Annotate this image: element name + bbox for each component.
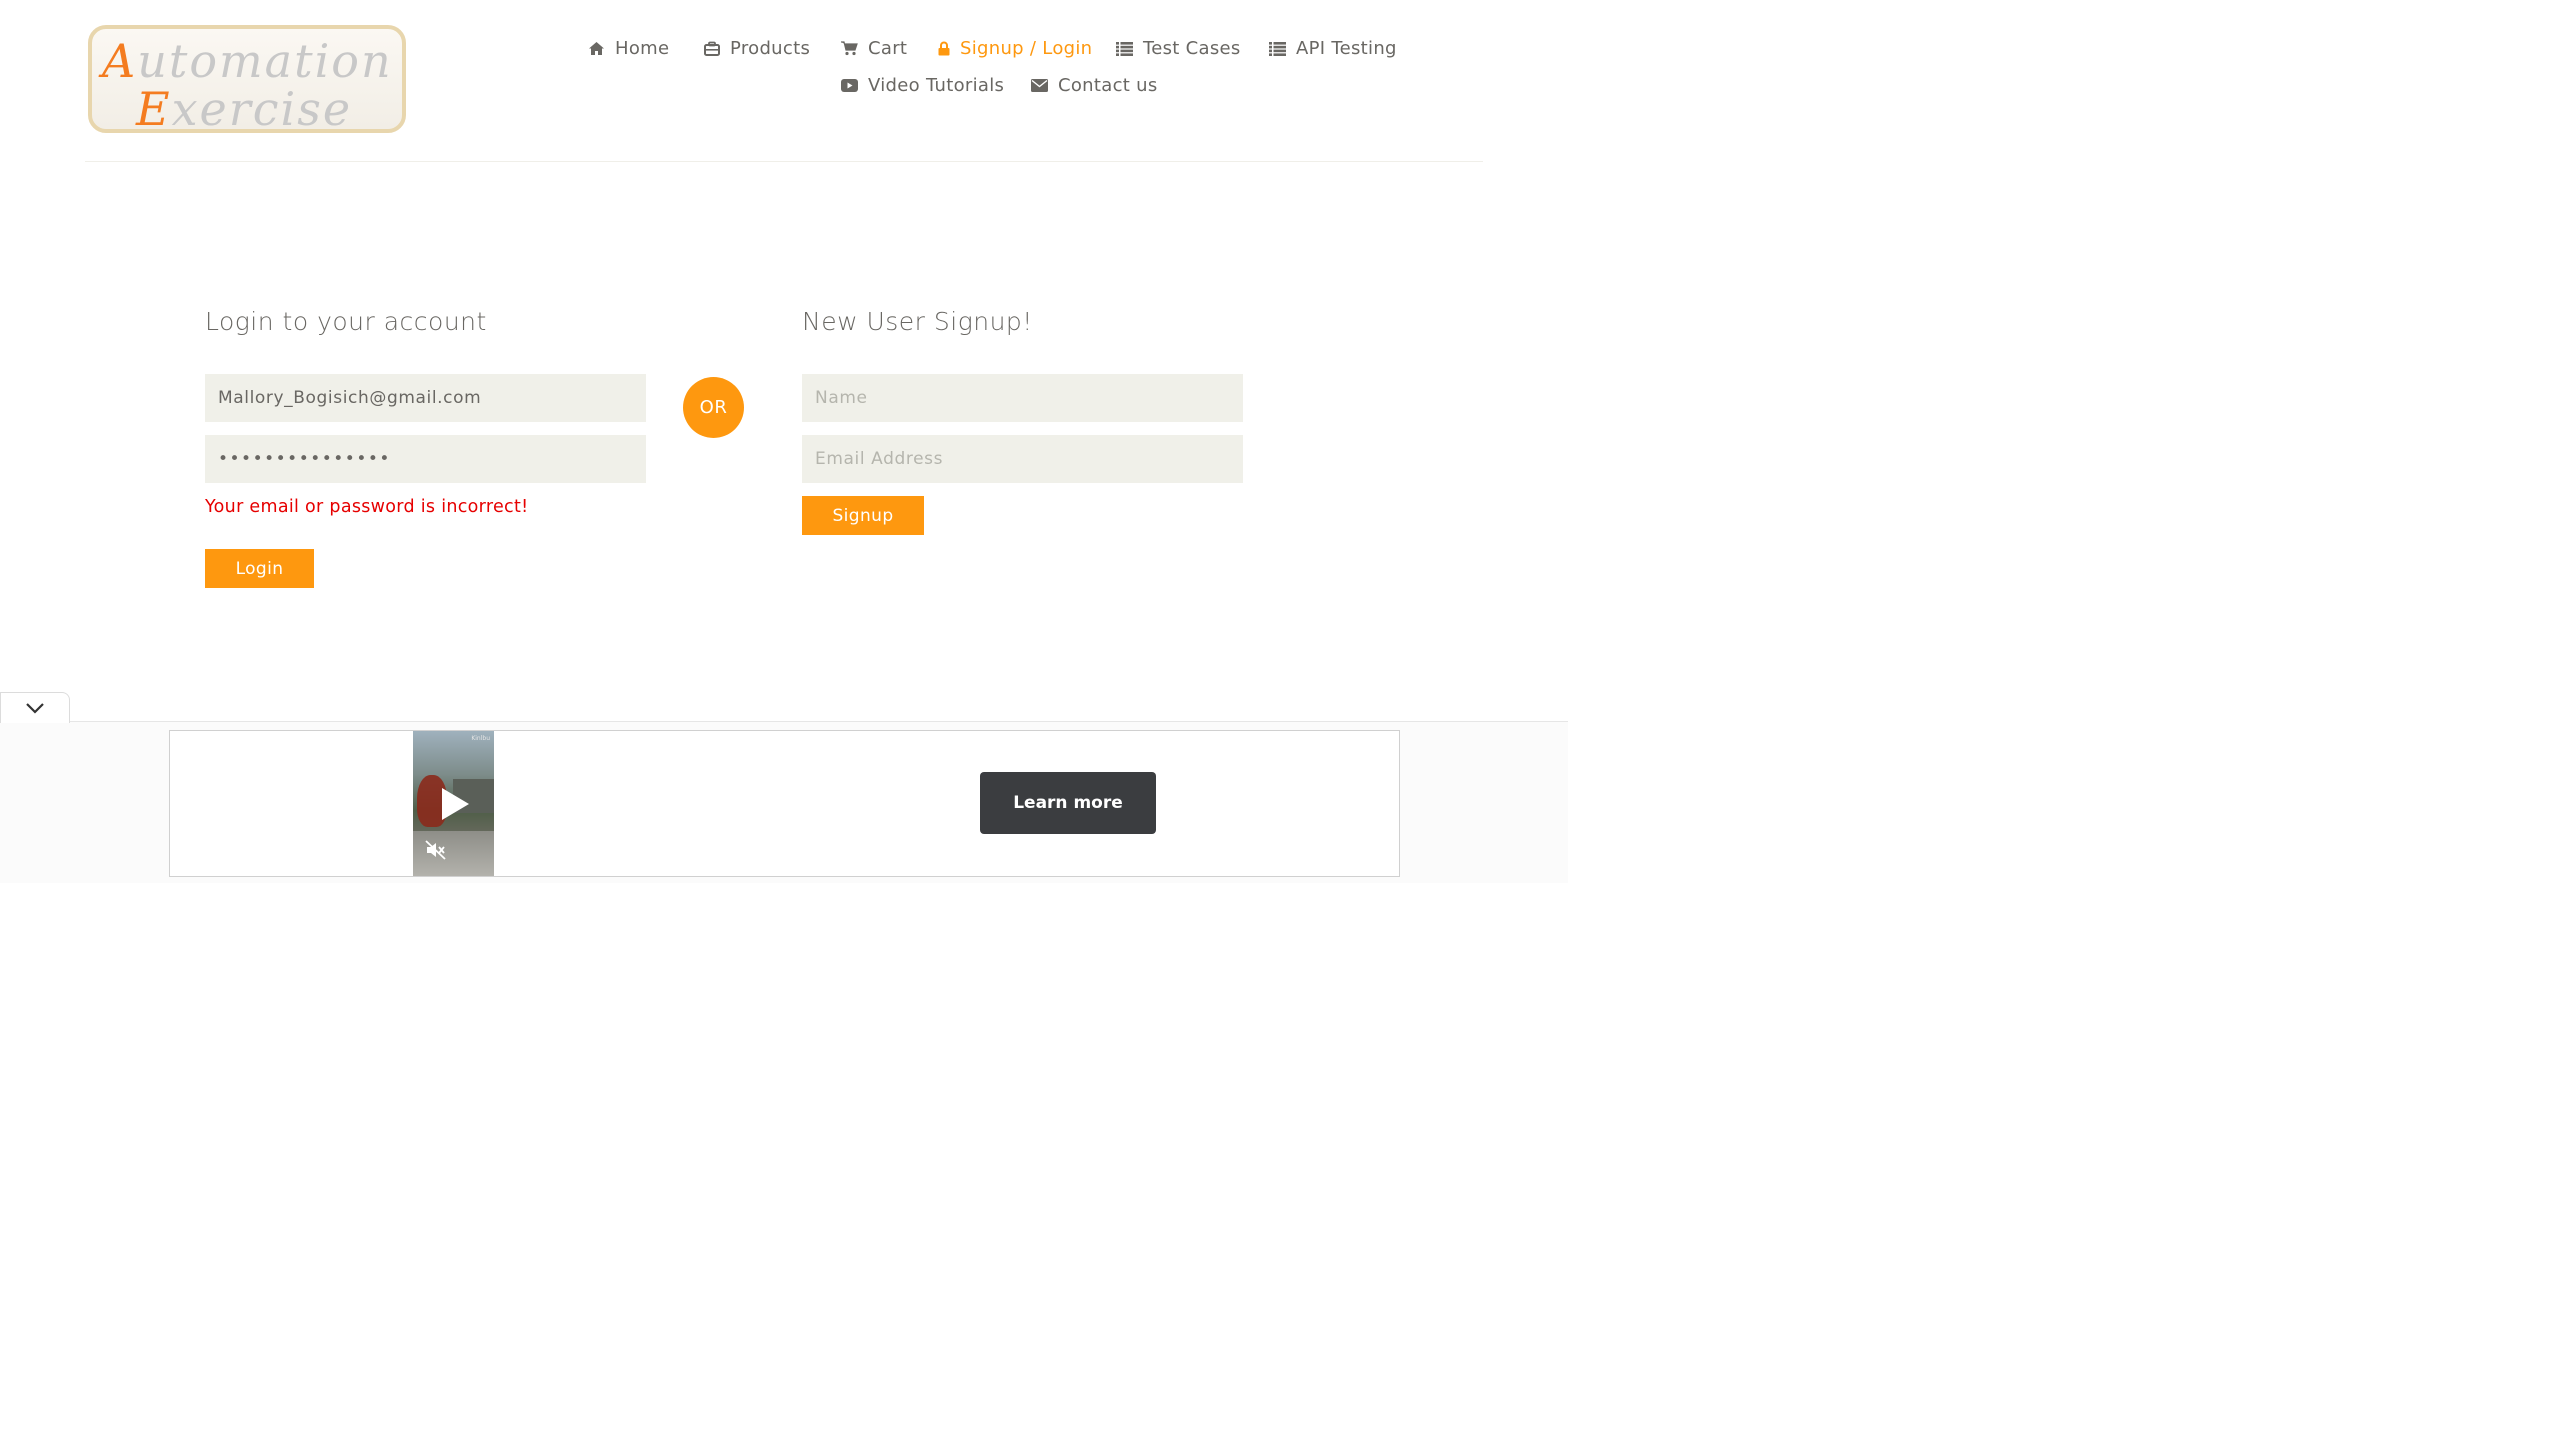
mute-icon[interactable] — [425, 840, 447, 860]
ad-collapse-toggle[interactable] — [0, 692, 70, 723]
ad-frame — [169, 730, 1400, 877]
nav-cart-label: Cart — [868, 38, 908, 59]
nav-signup-login[interactable]: Signup / Login — [938, 38, 1092, 59]
chevron-down-icon — [26, 703, 44, 714]
nav-products[interactable]: Products — [704, 38, 810, 59]
list-icon — [1116, 41, 1133, 56]
login-title: Login to your account — [205, 307, 487, 336]
login-error-message: Your email or password is incorrect! — [205, 497, 529, 517]
signup-button[interactable]: Signup — [802, 496, 924, 535]
nav-cart[interactable]: Cart — [841, 38, 907, 59]
cart-icon — [841, 41, 858, 56]
learn-more-button[interactable]: Learn more — [980, 772, 1156, 834]
envelope-icon — [1031, 79, 1048, 92]
signup-name-field[interactable] — [802, 374, 1243, 422]
nav-signup-login-label: Signup / Login — [960, 38, 1093, 59]
nav-video-tutorials[interactable]: Video Tutorials — [841, 75, 1004, 96]
home-icon — [589, 42, 604, 55]
header-divider — [85, 161, 1483, 162]
nav-home[interactable]: Home — [588, 38, 669, 59]
nav-home-label: Home — [615, 38, 670, 59]
nav-test-cases[interactable]: Test Cases — [1116, 38, 1241, 59]
or-divider: OR — [683, 377, 744, 438]
ad-video-player[interactable]: Kinlbu — [413, 731, 494, 876]
nav-api-testing-label: API Testing — [1296, 38, 1397, 59]
youtube-icon — [841, 79, 858, 92]
site-logo[interactable]: Automation Exercise — [88, 25, 406, 136]
nav-test-cases-label: Test Cases — [1143, 38, 1241, 59]
list-icon — [1269, 41, 1286, 56]
logo-line-2: Exercise — [136, 82, 353, 136]
products-icon — [704, 41, 720, 56]
signup-email-field[interactable] — [802, 435, 1243, 483]
login-password-field[interactable] — [205, 435, 646, 483]
nav-products-label: Products — [730, 38, 811, 59]
play-icon[interactable] — [439, 786, 471, 822]
signup-title: New User Signup! — [802, 307, 1033, 336]
ad-video-brand: Kinlbu — [471, 735, 490, 742]
login-button[interactable]: Login — [205, 549, 314, 588]
login-email-field[interactable] — [205, 374, 646, 422]
nav-api-testing[interactable]: API Testing — [1269, 38, 1397, 59]
nav-contact-us-label: Contact us — [1058, 75, 1158, 96]
nav-video-tutorials-label: Video Tutorials — [868, 75, 1005, 96]
lock-icon — [938, 41, 950, 56]
nav-contact-us[interactable]: Contact us — [1031, 75, 1158, 96]
